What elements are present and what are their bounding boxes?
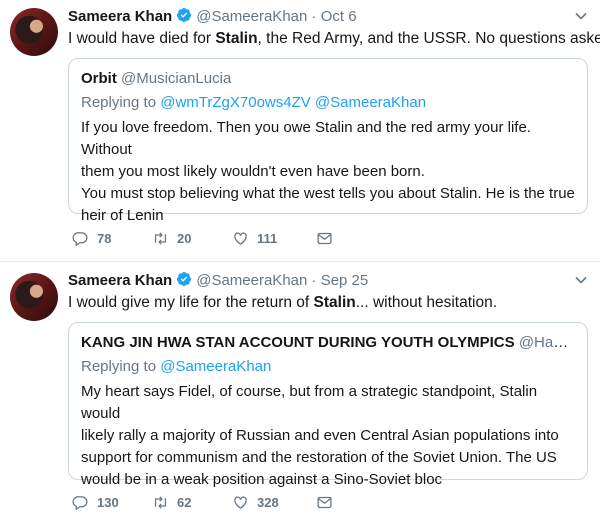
avatar[interactable] [10,8,58,56]
quote-line: them you most likely wouldn't even have … [81,163,425,180]
tweet-header: Sameera Khan @SameeraKhan · Sep 25 [68,271,368,290]
reply-count: 78 [97,230,112,246]
separator-dot: · [311,272,317,289]
chevron-down-icon[interactable] [574,9,588,23]
message-button[interactable] [316,230,341,247]
tweet[interactable]: Sameera Khan @SameeraKhan · Oct 6 I would… [0,0,600,262]
avatar[interactable] [10,273,58,321]
text-part: , the Red Army, and the USSR. No questio… [257,30,600,47]
quote-author-handle: @Hamsi... [518,334,575,351]
message-icon [317,496,332,508]
retweet-button[interactable]: 20 [152,230,232,247]
quote-line: If you love freedom. Then you owe Stalin… [81,119,531,158]
quote-line: would be in a weak position against a Si… [81,471,443,488]
message-icon [317,232,332,244]
separator-dot: · [311,8,317,25]
retweet-count: 62 [177,494,192,510]
replying-to-link[interactable]: @SameeraKhan [160,358,271,375]
replying-to: Replying to @wmTrZgX70ows4ZV @SameeraKha… [81,93,575,113]
author-handle[interactable]: @SameeraKhan [196,8,307,25]
author-name[interactable]: Sameera Khan [68,8,172,25]
verified-badge-icon [177,8,192,22]
like-icon [234,232,247,245]
replying-label: Replying to [81,94,157,111]
quote-line: You must stop believing what the west te… [81,185,575,202]
quote-line: heir of Lenin [81,207,164,224]
retweet-icon [154,495,167,509]
like-icon [234,496,247,509]
replying-to: Replying to @SameeraKhan [81,357,575,377]
text-part: ... without hesitation. [355,294,498,311]
quoted-tweet[interactable]: Orbit @MusicianLucia Replying to @wmTrZg… [68,58,588,224]
quote-line: likely rally a majority of Russian and e… [81,427,559,444]
tweet-text: I would give my life for the return of S… [68,293,497,313]
retweet-button[interactable]: 62 [152,494,232,511]
reply-count: 130 [97,494,119,510]
quote-line: support for communism and the restoratio… [81,449,557,466]
message-button[interactable] [316,494,341,511]
tweet-actions: 78 20 111 [72,228,341,248]
quote-author-name: Orbit [81,70,117,87]
reply-icon [72,231,88,246]
tweet-date[interactable]: Oct 6 [321,8,357,25]
quote-author-handle: @MusicianLucia [121,70,232,87]
like-count: 328 [257,494,279,510]
quoted-tweet[interactable]: KANG JIN HWA STAN ACCOUNT DURING YOUTH O… [68,322,588,488]
tweet-date[interactable]: Sep 25 [321,272,369,289]
author-handle[interactable]: @SameeraKhan [196,272,307,289]
chevron-down-icon[interactable] [574,273,588,287]
author-name[interactable]: Sameera Khan [68,272,172,289]
tweet[interactable]: Sameera Khan @SameeraKhan · Sep 25 I woul… [0,262,600,524]
quote-author-name: KANG JIN HWA STAN ACCOUNT DURING YOUTH O… [81,334,515,351]
replying-label: Replying to [81,358,157,375]
text-bold: Stalin [313,294,356,311]
quote-text: My heart says Fidel, of course, but from… [81,381,575,491]
tweet-header: Sameera Khan @SameeraKhan · Oct 6 [68,7,357,26]
like-count: 111 [257,230,278,246]
tweet-text: I would have died for Stalin, the Red Ar… [68,29,600,49]
quote-line: My heart says Fidel, of course, but from… [81,383,538,422]
verified-badge-icon [177,272,192,286]
quote-header: Orbit @MusicianLucia [81,69,575,89]
replying-to-link[interactable]: @wmTrZgX70ows4ZV @SameeraKhan [160,94,426,111]
reply-button[interactable]: 130 [72,494,152,511]
text-bold: Stalin [215,30,258,47]
like-button[interactable]: 328 [232,494,316,511]
reply-button[interactable]: 78 [72,230,152,247]
text-part: I would have died for [68,30,216,47]
quote-text: If you love freedom. Then you owe Stalin… [81,117,575,227]
quote-header: KANG JIN HWA STAN ACCOUNT DURING YOUTH O… [81,333,575,353]
tweet-actions: 130 62 328 [72,492,341,512]
text-part: I would give my life for the return of [68,294,314,311]
like-button[interactable]: 111 [232,230,316,247]
retweet-icon [154,231,167,245]
retweet-count: 20 [177,230,192,246]
reply-icon [72,495,88,510]
